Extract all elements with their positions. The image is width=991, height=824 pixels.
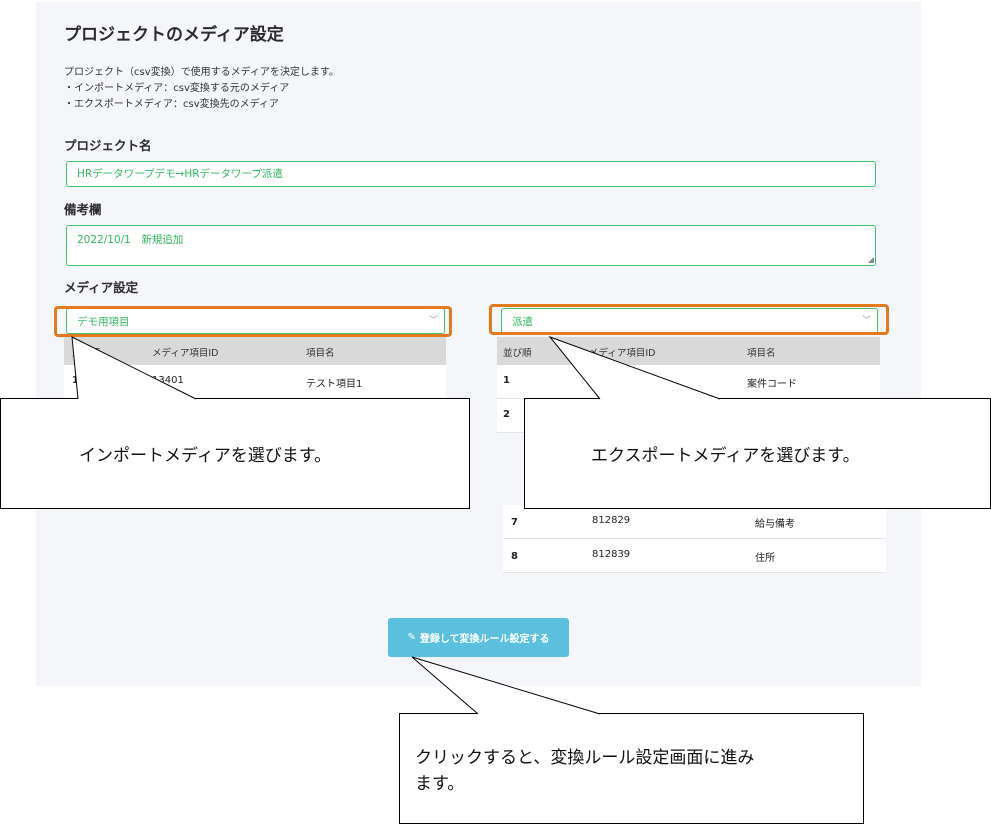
callout-tails bbox=[71, 335, 721, 715]
